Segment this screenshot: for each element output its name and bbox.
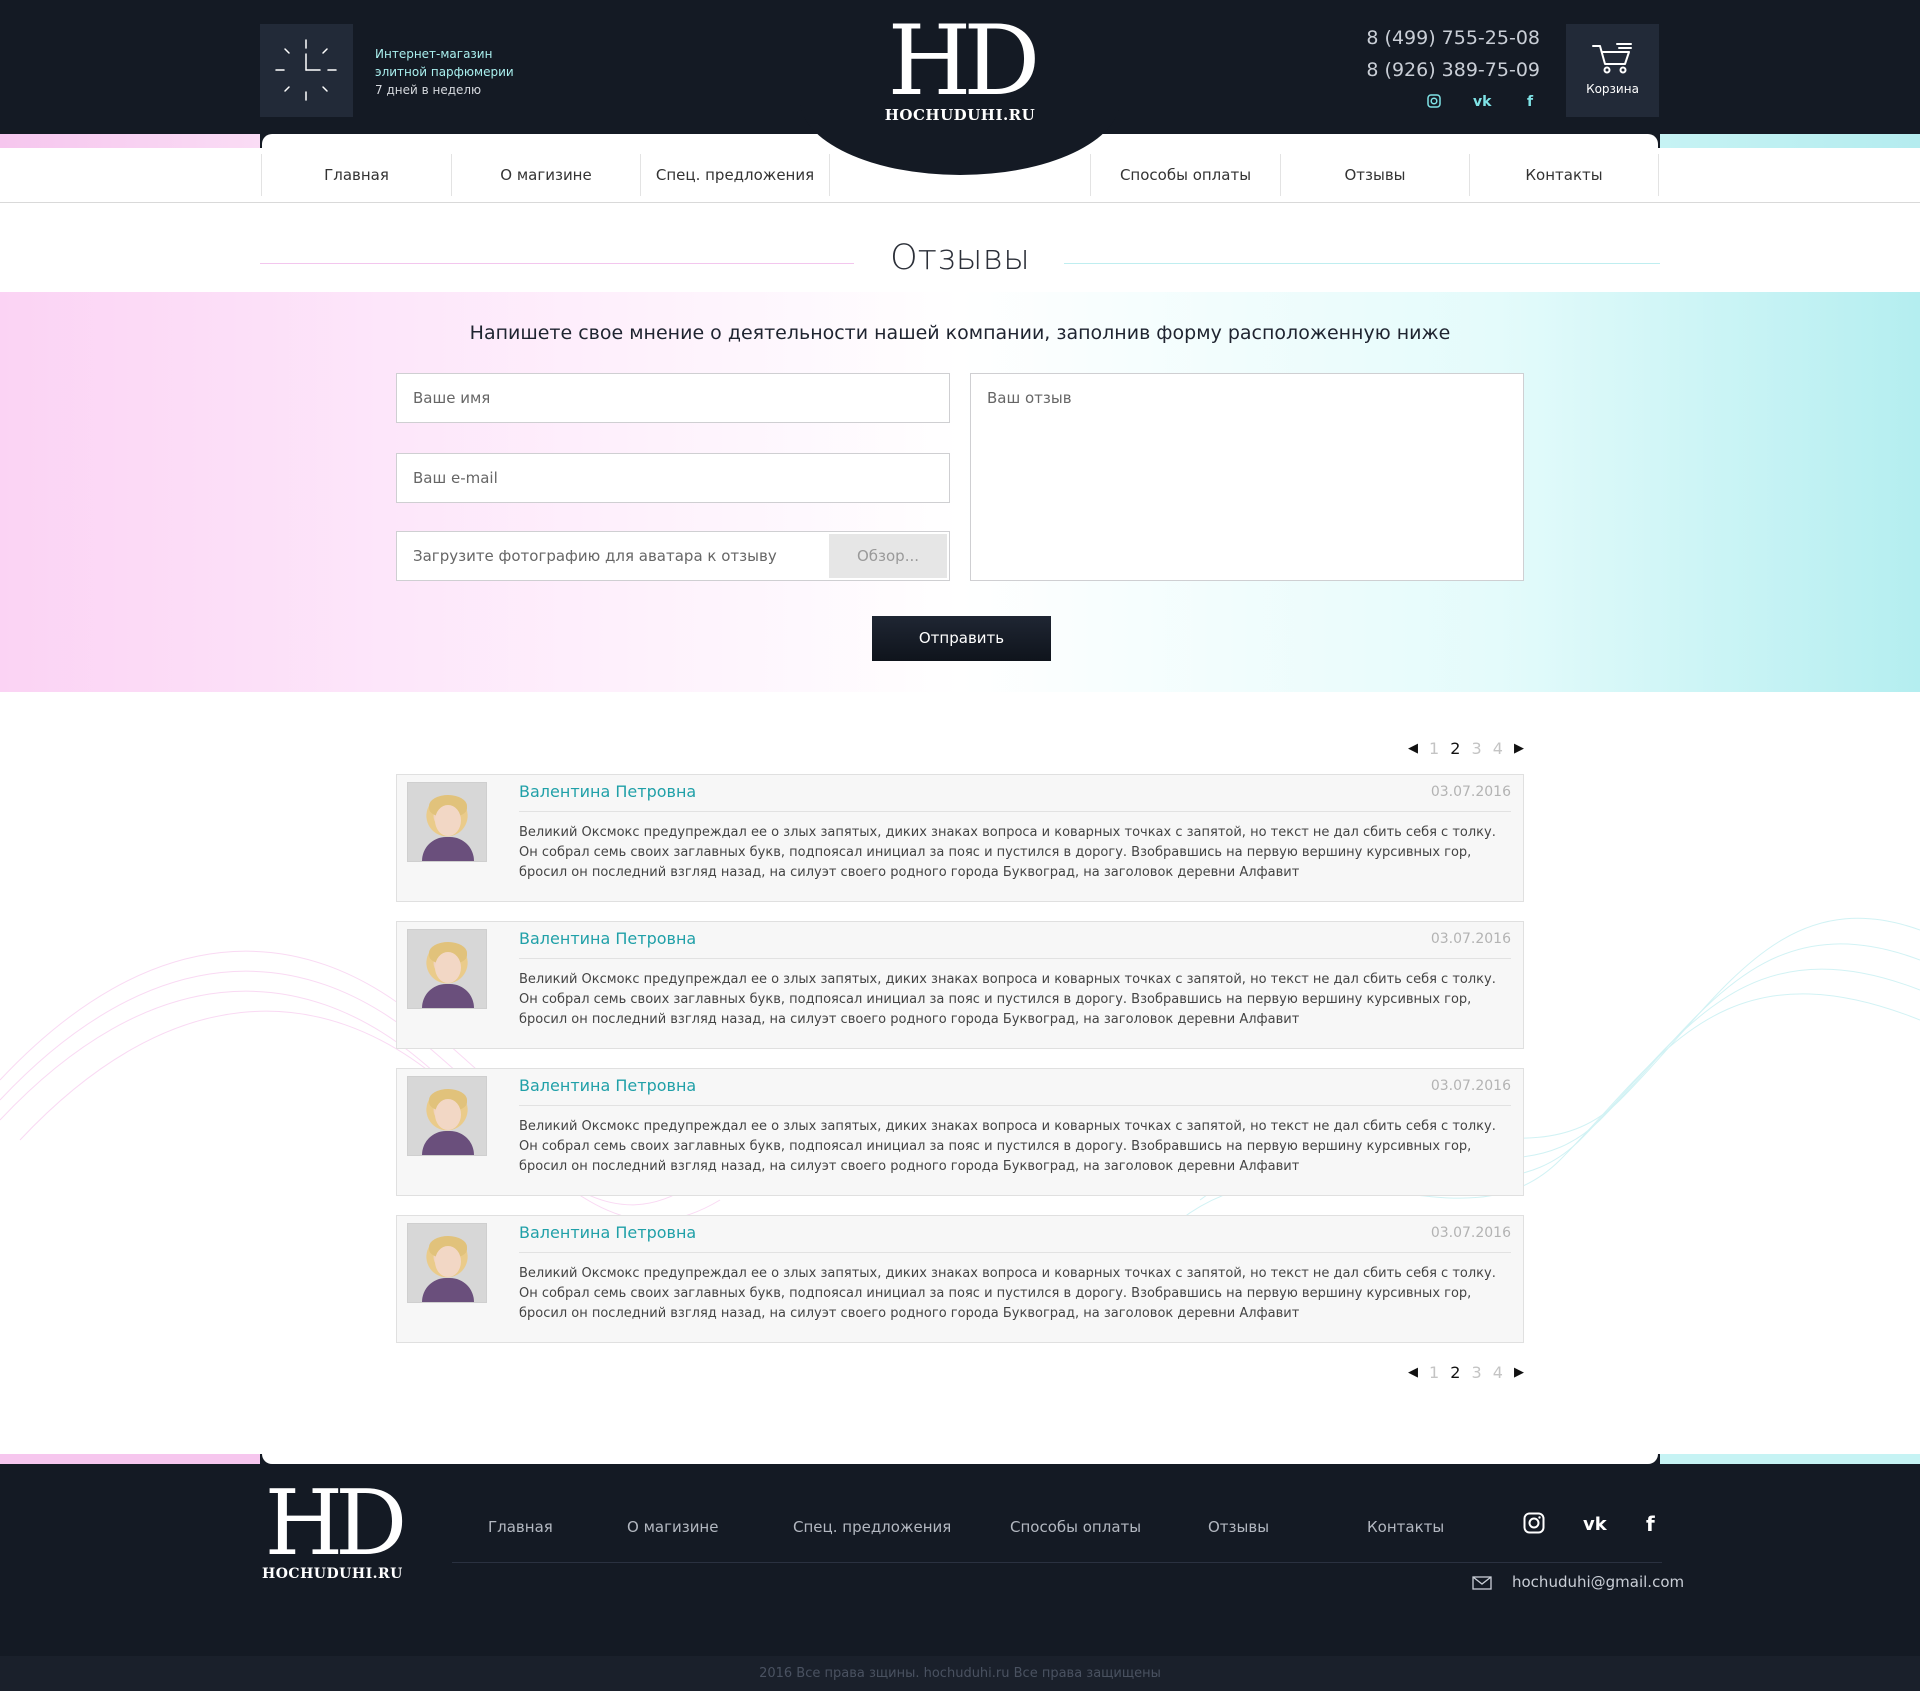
page-link-active[interactable]: 2 — [1450, 1363, 1460, 1382]
browse-button[interactable]: Обзор... — [829, 534, 947, 578]
logo-text: HOCHUDUHI.RU — [262, 1566, 403, 1582]
footer-link-contacts[interactable]: Контакты — [1367, 1518, 1444, 1536]
review-card: Валентина Петровна 03.07.2016 Великий Ок… — [396, 774, 1524, 902]
tagline-line-3: 7 дней в неделю — [375, 83, 482, 97]
review-author[interactable]: Валентина Петровна — [519, 782, 696, 801]
instagram-icon[interactable] — [1425, 94, 1443, 112]
footer-link-payment[interactable]: Способы оплаты — [1010, 1518, 1141, 1536]
name-field[interactable]: Ваше имя — [396, 373, 950, 423]
review-textarea[interactable]: Ваш отзыв — [970, 373, 1524, 581]
review-author[interactable]: Валентина Петровна — [519, 1076, 696, 1095]
review-date: 03.07.2016 — [1430, 784, 1511, 800]
nav-item-reviews[interactable]: Отзывы — [1280, 154, 1469, 196]
pagination-top: ◀ 1 2 3 4 ▶ — [1408, 738, 1524, 758]
nav-item-home[interactable]: Главная — [261, 154, 451, 196]
footer-separator — [452, 1562, 1662, 1563]
facebook-icon[interactable]: f — [1646, 1512, 1655, 1536]
next-arrow-icon[interactable]: ▶ — [1514, 1365, 1524, 1380]
nav-item-payment[interactable]: Способы оплаты — [1090, 154, 1280, 196]
form-intro: Напишете свое мнение о деятельности наше… — [469, 322, 1451, 344]
submit-button[interactable]: Отправить — [872, 616, 1051, 661]
footer-link-home[interactable]: Главная — [488, 1518, 553, 1536]
page-title: Отзывы — [890, 238, 1030, 278]
cart-label: Корзина — [1586, 82, 1639, 96]
mail-icon — [1472, 1575, 1492, 1594]
pagination-bottom: ◀ 1 2 3 4 ▶ — [1408, 1362, 1524, 1382]
nav-item-offers[interactable]: Спец. предложения — [640, 154, 830, 196]
review-text: Великий Оксмокс предупреждал ее о злых з… — [519, 1266, 1496, 1321]
review-text: Великий Оксмокс предупреждал ее о злых з… — [519, 1119, 1496, 1174]
cart-button[interactable]: Корзина — [1566, 24, 1659, 117]
footer-divider — [262, 1454, 1658, 1464]
logo-mark: HD — [887, 5, 1041, 117]
review-card: Валентина Петровна 03.07.2016 Великий Ок… — [396, 1215, 1524, 1343]
page-link-active[interactable]: 2 — [1450, 739, 1460, 758]
page-link[interactable]: 1 — [1429, 1363, 1439, 1382]
avatar — [407, 1076, 487, 1156]
review-author[interactable]: Валентина Петровна — [519, 929, 696, 948]
instagram-icon[interactable] — [1523, 1512, 1545, 1539]
review-divider — [519, 1252, 1511, 1253]
review-divider — [519, 1105, 1511, 1106]
next-arrow-icon[interactable]: ▶ — [1514, 741, 1524, 756]
review-card: Валентина Петровна 03.07.2016 Великий Ок… — [396, 921, 1524, 1049]
page-link[interactable]: 4 — [1493, 1363, 1503, 1382]
review-text: Великий Оксмокс предупреждал ее о злых з… — [519, 825, 1496, 880]
review-divider — [519, 958, 1511, 959]
footer-link-about[interactable]: О магизине — [627, 1518, 718, 1536]
review-date: 03.07.2016 — [1430, 931, 1511, 947]
copyright: 2016 Все права зщины. hochuduhi.ru Все п… — [0, 1656, 1920, 1691]
photo-upload-field[interactable]: Загрузите фотографию для аватара к отзыв… — [396, 531, 950, 581]
store-tagline: Интернет-магазин элитной парфюмерии 7 дн… — [375, 45, 514, 99]
nav-item-about[interactable]: О магизине — [451, 154, 640, 196]
footer-email[interactable]: hochuduhi@gmail.com — [1512, 1573, 1684, 1591]
clock-icon — [260, 24, 353, 117]
page-link[interactable]: 4 — [1493, 739, 1503, 758]
site-logo[interactable]: HD HOCHUDUHI.RU — [880, 5, 1041, 124]
review-divider — [519, 811, 1511, 812]
logo-text: HOCHUDUHI.RU — [884, 106, 1036, 124]
logo-mark: HD — [264, 1471, 408, 1576]
page-link[interactable]: 3 — [1472, 739, 1482, 758]
page-link[interactable]: 3 — [1472, 1363, 1482, 1382]
page-link[interactable]: 1 — [1429, 739, 1439, 758]
review-text: Великий Оксмокс предупреждал ее о злых з… — [519, 972, 1496, 1027]
review-author[interactable]: Валентина Петровна — [519, 1223, 696, 1242]
phone-2[interactable]: 8 (926) 389-75-09 — [1366, 54, 1540, 86]
cart-icon — [1566, 40, 1659, 80]
email-field[interactable]: Ваш e-mail — [396, 453, 950, 503]
review-card: Валентина Петровна 03.07.2016 Великий Ок… — [396, 1068, 1524, 1196]
vk-icon[interactable]: vk — [1473, 94, 1491, 112]
footer-logo[interactable]: HD HOCHUDUHI.RU — [262, 1471, 408, 1583]
avatar — [407, 1223, 487, 1303]
vk-icon[interactable]: vk — [1583, 1514, 1607, 1535]
footer-link-offers[interactable]: Спец. предложения — [793, 1518, 951, 1536]
nav-item-contacts[interactable]: Контакты — [1469, 154, 1659, 196]
phone-numbers: 8 (499) 755-25-08 8 (926) 389-75-09 — [1366, 22, 1540, 86]
photo-upload-placeholder: Загрузите фотографию для аватара к отзыв… — [413, 547, 777, 565]
facebook-icon[interactable]: f — [1521, 94, 1539, 112]
tagline-line-1: Интернет-магазин — [375, 47, 493, 61]
prev-arrow-icon[interactable]: ◀ — [1408, 741, 1418, 756]
prev-arrow-icon[interactable]: ◀ — [1408, 1365, 1418, 1380]
phone-1[interactable]: 8 (499) 755-25-08 — [1366, 22, 1540, 54]
footer-link-reviews[interactable]: Отзывы — [1208, 1518, 1269, 1536]
review-date: 03.07.2016 — [1430, 1225, 1511, 1241]
header-socials: vk f — [1425, 94, 1539, 112]
review-date: 03.07.2016 — [1430, 1078, 1511, 1094]
tagline-line-2: элитной парфюмерии — [375, 65, 514, 79]
avatar — [407, 782, 487, 862]
avatar — [407, 929, 487, 1009]
